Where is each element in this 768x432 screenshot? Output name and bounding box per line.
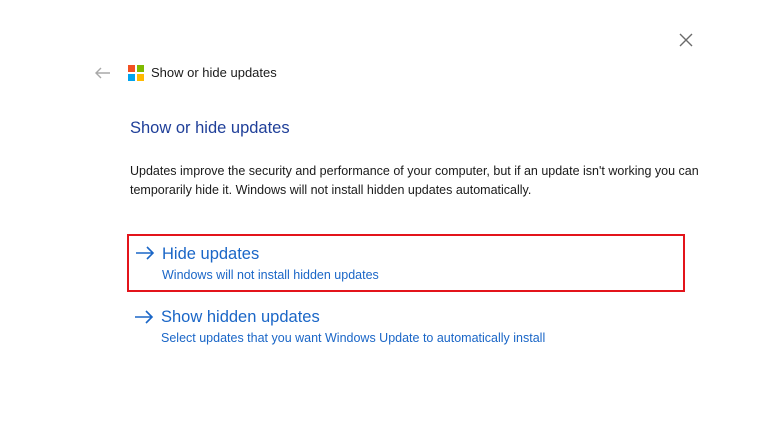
close-button[interactable] bbox=[677, 31, 695, 49]
back-button[interactable] bbox=[94, 64, 112, 82]
option-title: Hide updates bbox=[162, 245, 260, 263]
window-title: Show or hide updates bbox=[151, 65, 277, 80]
hide-updates-option[interactable]: Hide updates Windows will not install hi… bbox=[127, 234, 685, 292]
option-subtitle: Select updates that you want Windows Upd… bbox=[161, 331, 546, 345]
option-title: Show hidden updates bbox=[161, 308, 320, 326]
arrow-right-icon bbox=[136, 246, 155, 260]
arrow-right-icon bbox=[135, 310, 154, 324]
option-subtitle: Windows will not install hidden updates bbox=[162, 268, 379, 282]
page-heading: Show or hide updates bbox=[130, 119, 290, 137]
page-description: Updates improve the security and perform… bbox=[130, 164, 699, 197]
show-hidden-updates-option[interactable]: Show hidden updates Select updates that … bbox=[130, 305, 680, 351]
windows-logo-icon bbox=[128, 65, 144, 81]
back-arrow-icon bbox=[95, 67, 110, 79]
close-icon bbox=[679, 33, 693, 47]
